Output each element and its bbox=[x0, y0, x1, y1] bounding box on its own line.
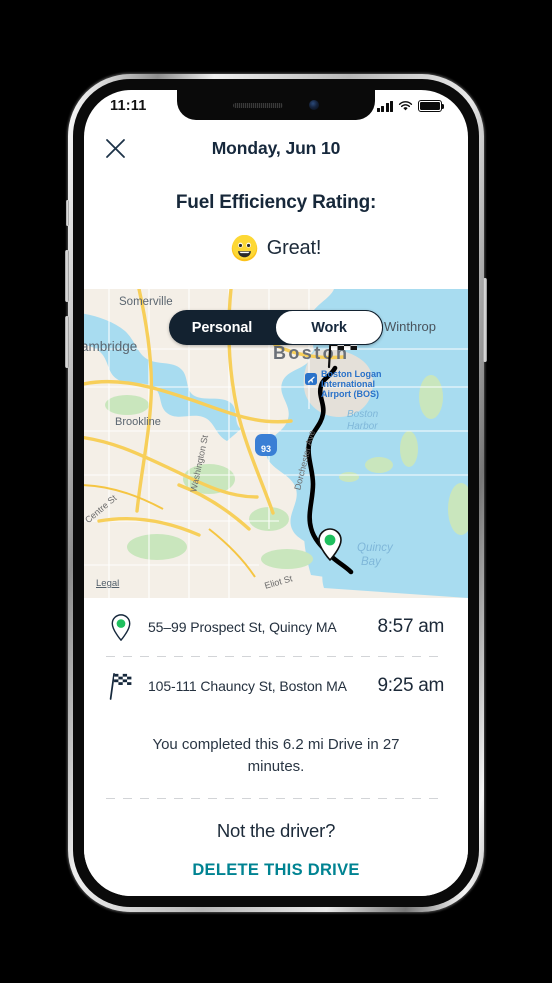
end-time: 9:25 am bbox=[377, 675, 444, 696]
phone-bezel: 11:11 Monday, Jun 10 Fuel Efficiency Rat… bbox=[73, 79, 479, 907]
fuel-efficiency-heading: Fuel Efficiency Rating: bbox=[175, 192, 377, 213]
phone-screen: 11:11 Monday, Jun 10 Fuel Efficiency Rat… bbox=[84, 90, 468, 896]
trip-details-section: 55–99 Prospect St, Quincy MA 8:57 am 105… bbox=[84, 598, 468, 896]
fuel-efficiency-value-row: Great! bbox=[231, 235, 321, 262]
svg-text:Somerville: Somerville bbox=[119, 296, 173, 308]
not-the-driver-block: Not the driver? DELETE THIS DRIVE bbox=[84, 799, 468, 880]
close-button[interactable] bbox=[98, 131, 132, 165]
battery-full-icon bbox=[418, 100, 445, 112]
wifi-icon bbox=[398, 101, 413, 111]
grinning-face-emoji bbox=[231, 235, 258, 262]
svg-text:Winthrop: Winthrop bbox=[384, 319, 436, 334]
svg-text:ambridge: ambridge bbox=[84, 339, 137, 354]
trip-end-row: 105-111 Chauncy St, Boston MA 9:25 am bbox=[84, 657, 468, 715]
close-x-icon bbox=[105, 138, 125, 158]
svg-text:93: 93 bbox=[261, 444, 271, 454]
trip-category-toggle[interactable]: Personal Work bbox=[169, 310, 383, 345]
volume-down-button[interactable] bbox=[65, 316, 69, 368]
svg-text:Boston: Boston bbox=[347, 409, 379, 420]
svg-text:Bay: Bay bbox=[361, 556, 382, 568]
finish-flag-icon-wrap bbox=[104, 672, 138, 700]
svg-text:Quincy: Quincy bbox=[357, 542, 394, 554]
green-location-pin-icon bbox=[111, 613, 131, 641]
phone-device-frame: 11:11 Monday, Jun 10 Fuel Efficiency Rat… bbox=[65, 74, 487, 912]
trip-map[interactable]: 93 Somerville ambridge Brookline Winthro… bbox=[84, 289, 468, 598]
highway-shield-93: 93 bbox=[255, 434, 277, 456]
status-bar-time: 11:11 bbox=[110, 98, 147, 114]
page-title: Monday, Jun 10 bbox=[211, 137, 341, 158]
end-address: 105-111 Chauncy St, Boston MA bbox=[148, 678, 347, 694]
earpiece-speaker-icon bbox=[233, 102, 283, 108]
device-notch bbox=[177, 90, 375, 120]
trip-summary-text: You completed this 6.2 mi Drive in 27 mi… bbox=[152, 736, 400, 775]
not-the-driver-label: Not the driver? bbox=[216, 819, 336, 841]
toggle-option-work[interactable]: Work bbox=[275, 310, 383, 345]
checkered-flag-icon bbox=[109, 673, 132, 700]
fuel-efficiency-label: Great! bbox=[266, 237, 322, 259]
svg-text:Boston Logan: Boston Logan bbox=[321, 369, 382, 379]
volume-up-button[interactable] bbox=[65, 250, 69, 302]
status-bar-icons bbox=[376, 100, 445, 112]
start-time: 8:57 am bbox=[377, 616, 444, 637]
svg-text:International: International bbox=[321, 379, 375, 389]
cellular-bars-icon bbox=[376, 100, 393, 112]
map-legal-link[interactable]: Legal bbox=[96, 578, 119, 589]
svg-text:Harbor: Harbor bbox=[347, 421, 378, 432]
svg-text:Airport (BOS): Airport (BOS) bbox=[321, 389, 379, 399]
toggle-option-personal[interactable]: Personal bbox=[169, 310, 275, 345]
start-address: 55–99 Prospect St, Quincy MA bbox=[148, 619, 337, 635]
trip-start-row: 55–99 Prospect St, Quincy MA 8:57 am bbox=[84, 598, 468, 656]
fuel-efficiency-section: Fuel Efficiency Rating: Great! bbox=[84, 178, 468, 290]
start-pin-icon-wrap bbox=[104, 613, 138, 641]
svg-text:Brookline: Brookline bbox=[115, 416, 161, 428]
front-camera-icon bbox=[309, 100, 319, 110]
power-button[interactable] bbox=[483, 278, 487, 362]
delete-this-drive-button[interactable]: DELETE THIS DRIVE bbox=[192, 861, 359, 880]
silence-switch[interactable] bbox=[66, 200, 69, 226]
app-header: Monday, Jun 10 bbox=[84, 122, 468, 174]
